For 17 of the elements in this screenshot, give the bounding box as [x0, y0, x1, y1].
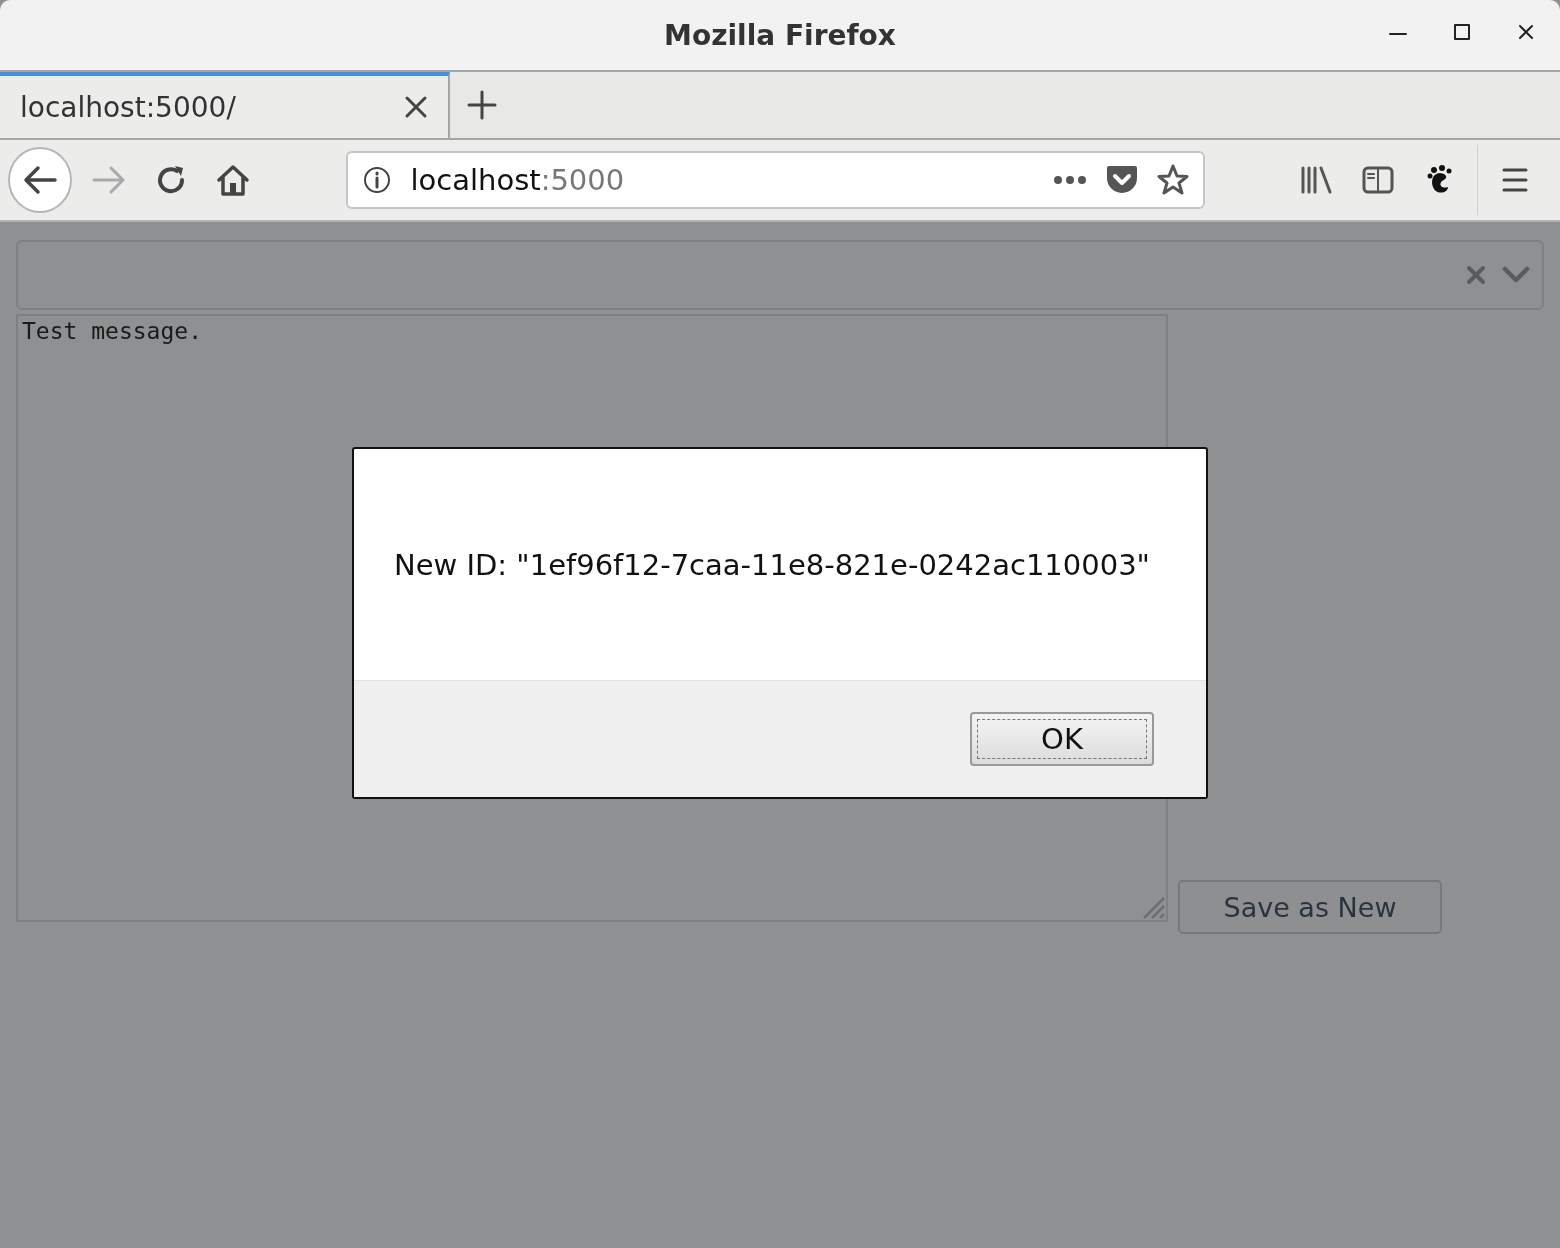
address-bar[interactable]: localhost:5000 — [346, 151, 1206, 209]
window-title: Mozilla Firefox — [664, 18, 896, 52]
pocket-icon[interactable] — [1105, 164, 1140, 196]
tab-title: localhost:5000/ — [20, 90, 236, 124]
browser-tab[interactable]: localhost:5000/ — [0, 72, 450, 138]
star-icon[interactable] — [1157, 164, 1190, 196]
close-tab-icon[interactable] — [404, 95, 428, 119]
url-port: :5000 — [540, 163, 625, 197]
maximize-icon[interactable] — [1452, 22, 1472, 42]
dialog-message: New ID: "1ef96f12-7caa-11e8-821e-0242ac110003" — [394, 547, 1150, 582]
ok-button[interactable]: OK — [970, 712, 1154, 766]
more-icon[interactable] — [1053, 175, 1088, 185]
close-icon[interactable] — [1516, 22, 1536, 42]
back-arrow-icon — [23, 165, 58, 195]
info-icon[interactable] — [362, 165, 393, 195]
url-host: localhost — [410, 163, 541, 197]
save-as-new-button[interactable]: Save as New — [1178, 880, 1442, 934]
